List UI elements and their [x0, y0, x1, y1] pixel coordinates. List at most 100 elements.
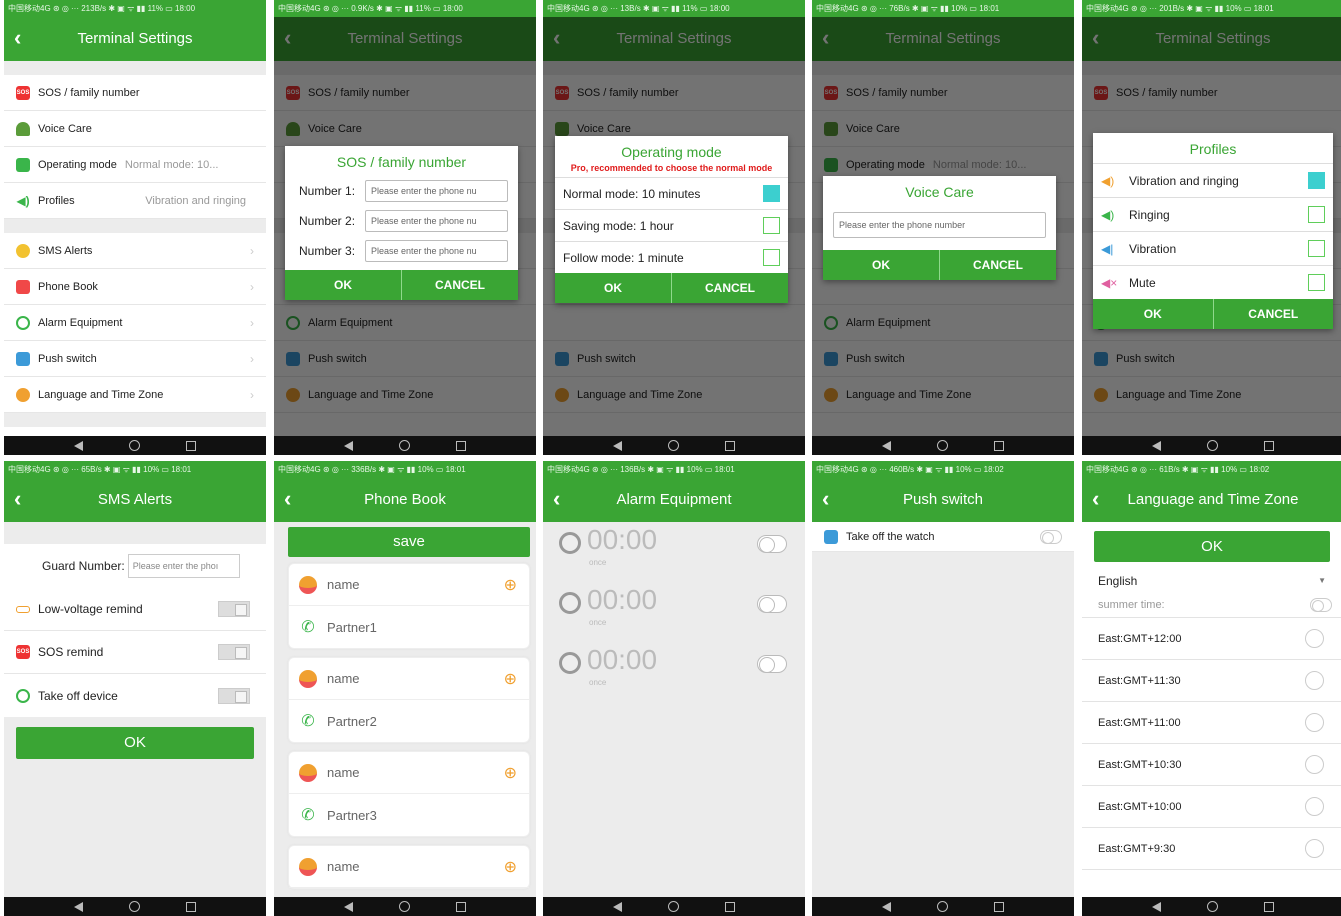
nav-back-icon[interactable]	[882, 901, 891, 912]
cancel-button[interactable]: CANCEL	[672, 273, 788, 303]
nav-home-icon[interactable]	[937, 901, 948, 912]
row-sos[interactable]: SOS SOS / family number	[4, 75, 266, 111]
ok-button[interactable]: OK	[823, 250, 940, 280]
radio-button[interactable]	[1305, 797, 1324, 816]
timezone-option[interactable]: East:GMT+11:00	[1082, 702, 1341, 744]
timezone-option[interactable]: East:GMT+9:30	[1082, 828, 1341, 870]
timezone-option[interactable]: East:GMT+10:00	[1082, 786, 1341, 828]
row-alarm[interactable]: Alarm Equipment ›	[4, 305, 266, 341]
checkbox-checked[interactable]	[763, 185, 780, 202]
checkbox[interactable]	[763, 217, 780, 234]
row-sms-alerts[interactable]: SMS Alerts ›	[4, 233, 266, 269]
nav-recents-icon[interactable]	[1264, 440, 1274, 451]
ok-button[interactable]: OK	[1093, 299, 1214, 329]
back-icon[interactable]: ‹	[14, 25, 21, 51]
row-voice-care[interactable]: Voice Care	[4, 111, 266, 147]
nav-home-icon[interactable]	[129, 440, 140, 451]
alarm-time[interactable]: 00:00	[587, 644, 657, 676]
option-vibration[interactable]: ◀| Vibration	[1093, 231, 1333, 265]
cancel-button[interactable]: CANCEL	[1214, 299, 1334, 329]
option-saving[interactable]: Saving mode: 1 hour	[555, 209, 788, 241]
radio-button[interactable]	[1305, 671, 1324, 690]
nav-recents-icon[interactable]	[994, 440, 1004, 451]
option-vibration-ringing[interactable]: ◀) Vibration and ringing	[1093, 163, 1333, 197]
add-contact-icon[interactable]: ⊕	[504, 763, 517, 783]
timezone-option[interactable]: East:GMT+11:30	[1082, 660, 1341, 702]
contact-name[interactable]: name	[327, 671, 360, 686]
row-profiles[interactable]: ◀) Profiles Vibration and ringing	[4, 183, 266, 219]
radio-button[interactable]	[1305, 713, 1324, 732]
nav-recents-icon[interactable]	[456, 901, 466, 912]
nav-back-icon[interactable]	[613, 901, 622, 912]
row-operating-mode[interactable]: Operating mode Normal mode: 10...	[4, 147, 266, 183]
back-icon[interactable]: ‹	[822, 486, 829, 512]
summer-time-toggle[interactable]	[1310, 598, 1332, 612]
nav-home-icon[interactable]	[937, 440, 948, 451]
checkbox[interactable]	[1308, 274, 1325, 291]
checkbox[interactable]	[1308, 240, 1325, 257]
take-off-toggle[interactable]	[218, 687, 250, 704]
contact-number[interactable]: Partner1	[327, 620, 377, 635]
checkbox[interactable]	[763, 249, 780, 266]
cancel-button[interactable]: CANCEL	[402, 270, 518, 300]
guard-number-input[interactable]: Please enter the phoı	[127, 554, 240, 578]
nav-home-icon[interactable]	[668, 901, 679, 912]
nav-home-icon[interactable]	[1207, 440, 1218, 451]
alarm-item[interactable]: 00:00 once	[543, 582, 805, 642]
ok-button[interactable]: OK	[16, 727, 254, 759]
back-icon[interactable]: ‹	[284, 486, 291, 512]
row-language[interactable]: Language and Time Zone ›	[4, 377, 266, 413]
nav-home-icon[interactable]	[668, 440, 679, 451]
nav-recents-icon[interactable]	[186, 901, 196, 912]
nav-recents-icon[interactable]	[725, 440, 735, 451]
contact-name[interactable]: name	[327, 577, 360, 592]
checkbox-checked[interactable]	[1308, 172, 1325, 189]
alarm-item[interactable]: 00:00 once	[543, 522, 805, 582]
nav-back-icon[interactable]	[74, 901, 83, 912]
back-icon[interactable]: ‹	[1092, 486, 1099, 512]
save-button[interactable]: save	[288, 527, 530, 557]
number3-input[interactable]: Please enter the phone nu	[365, 240, 508, 262]
nav-back-icon[interactable]	[344, 440, 353, 451]
nav-recents-icon[interactable]	[994, 901, 1004, 912]
nav-recents-icon[interactable]	[186, 440, 196, 451]
timezone-option[interactable]: East:GMT+10:30	[1082, 744, 1341, 786]
timezone-option[interactable]: East:GMT+12:00	[1082, 618, 1341, 660]
add-contact-icon[interactable]: ⊕	[504, 669, 517, 689]
sos-remind-toggle[interactable]	[218, 644, 250, 660]
add-contact-icon[interactable]: ⊕	[504, 575, 517, 595]
option-ringing[interactable]: ◀) Ringing	[1093, 197, 1333, 231]
alarm-time[interactable]: 00:00	[587, 524, 657, 556]
nav-back-icon[interactable]	[1152, 440, 1161, 451]
nav-recents-icon[interactable]	[456, 440, 466, 451]
take-off-toggle[interactable]	[1040, 529, 1062, 544]
ok-button[interactable]: OK	[285, 270, 402, 300]
nav-back-icon[interactable]	[613, 440, 622, 451]
nav-back-icon[interactable]	[74, 440, 83, 451]
nav-back-icon[interactable]	[882, 440, 891, 451]
nav-home-icon[interactable]	[399, 440, 410, 451]
cancel-button[interactable]: CANCEL	[940, 250, 1056, 280]
nav-back-icon[interactable]	[344, 901, 353, 912]
nav-recents-icon[interactable]	[725, 901, 735, 912]
back-icon[interactable]: ‹	[14, 486, 21, 512]
radio-button[interactable]	[1305, 629, 1324, 648]
option-follow[interactable]: Follow mode: 1 minute	[555, 241, 788, 273]
nav-home-icon[interactable]	[399, 901, 410, 912]
ok-button[interactable]: OK	[555, 273, 672, 303]
row-phone-book[interactable]: Phone Book ›	[4, 269, 266, 305]
radio-button[interactable]	[1305, 839, 1324, 858]
option-normal[interactable]: Normal mode: 10 minutes	[555, 177, 788, 209]
checkbox[interactable]	[1308, 206, 1325, 223]
back-icon[interactable]: ‹	[553, 486, 560, 512]
radio-button[interactable]	[1305, 755, 1324, 774]
alarm-time[interactable]: 00:00	[587, 584, 657, 616]
contact-name[interactable]: name	[327, 859, 360, 874]
option-mute[interactable]: ◀× Mute	[1093, 265, 1333, 299]
ok-button[interactable]: OK	[1094, 531, 1330, 562]
contact-number[interactable]: Partner2	[327, 714, 377, 729]
nav-back-icon[interactable]	[1152, 901, 1161, 912]
number2-input[interactable]: Please enter the phone nu	[365, 210, 508, 232]
phone-input[interactable]: Please enter the phone number	[833, 212, 1046, 238]
alarm-item[interactable]: 00:00 once	[543, 642, 805, 702]
